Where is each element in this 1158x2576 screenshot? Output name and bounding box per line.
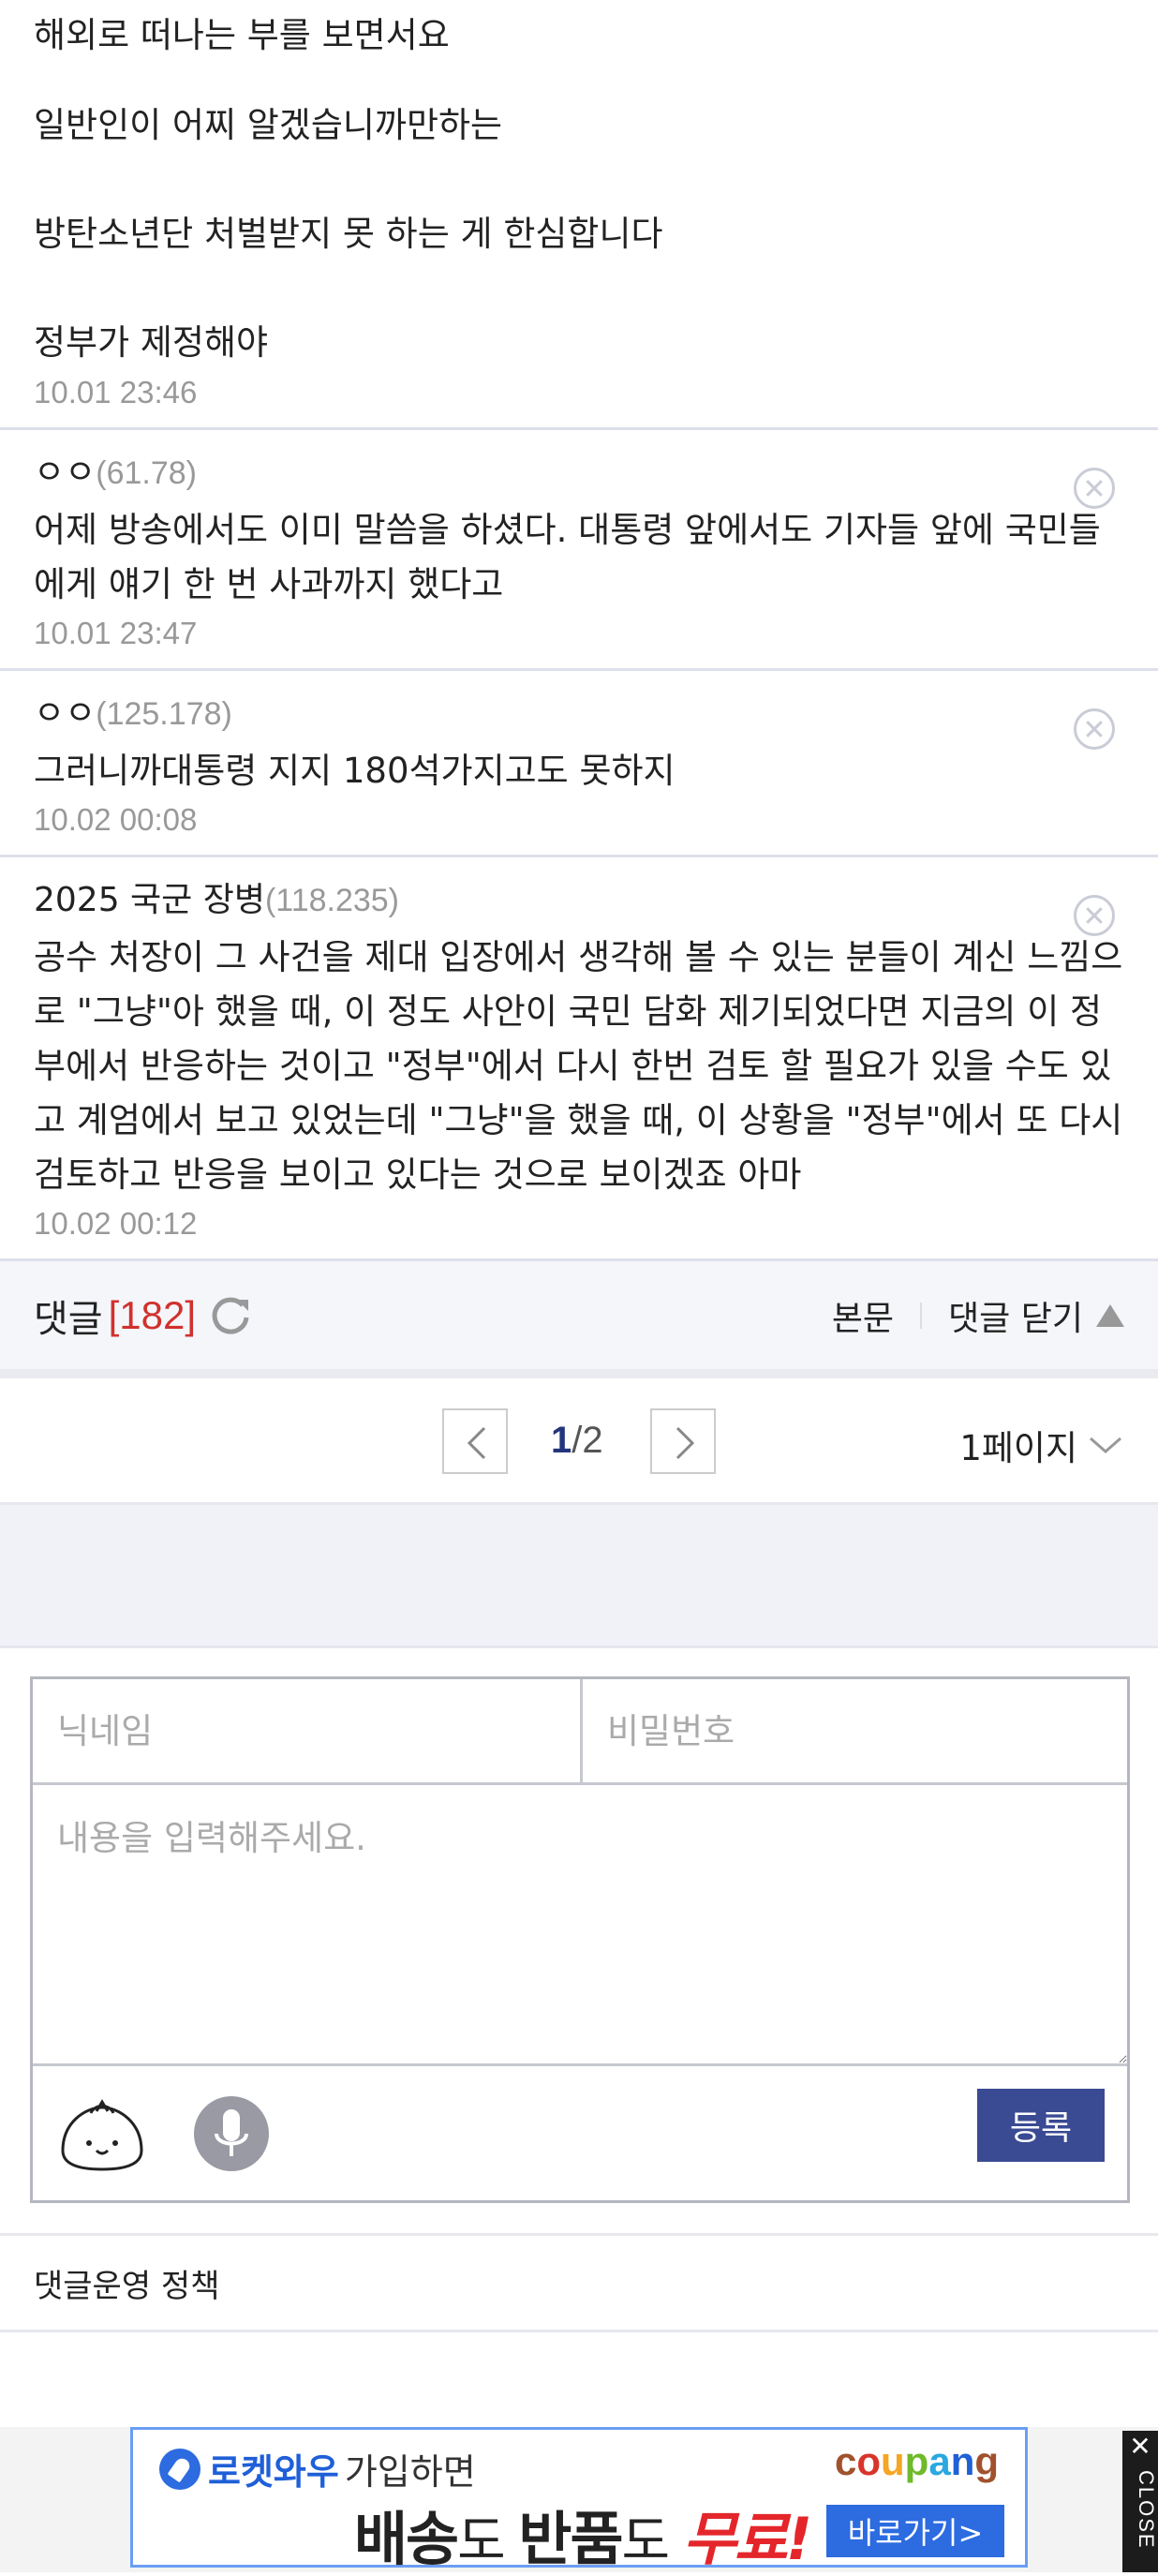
comment-policy-link[interactable]: 댓글운영 정책 [0,2233,1158,2332]
author-name: ㅇㅇ [34,694,96,733]
author-name: ㅇㅇ [34,454,96,492]
logo-letter: g [974,2439,999,2483]
ad-headline-part: 도 [621,2511,683,2572]
comment-textarea[interactable] [33,1785,1127,2066]
logo-letter: n [950,2439,975,2483]
page-select[interactable]: 1페이지 [959,1420,1124,1470]
page-select-value: 1페이지 [959,1428,1077,1468]
comment-line: 일반인이 어찌 알겠습니까만하는 [34,105,503,145]
total-pages: /2 [572,1420,603,1461]
ad-headline-part: 무료! [682,2505,812,2573]
comment-item: 2025 국군 장병(118.235) 공수 처장이 그 사건을 제대 입장에서… [0,857,1158,1258]
author-ip: (118.235) [264,883,400,918]
author-ip: (61.78) [96,455,197,491]
delete-comment-icon[interactable] [1074,895,1115,936]
microphone-icon [215,2109,248,2156]
comment-bar: 댓글 [182] 본문 댓글 닫기 [0,1258,1158,1378]
form-toolbar: 등록 [33,2066,1127,2197]
comment-bar-actions: 본문 댓글 닫기 [832,1291,1124,1340]
comment-line: 해외로 떠나는 부를 보면서요 [34,15,450,55]
ad-cta-button[interactable]: 바로가기> [826,2505,1004,2557]
logo-letter: c [835,2439,857,2483]
comment-author: ㅇㅇ(61.78) [34,449,1124,498]
logo-letter: a [928,2439,951,2483]
comment-author: 2025 국군 장병(118.235) [34,876,1124,925]
ad-headline-part: 반품 [518,2505,623,2573]
separator [920,1302,923,1329]
close-label: CLOSE [1135,2470,1158,2550]
credentials-row [33,1679,1127,1785]
logo-letter: p [904,2439,929,2483]
view-article-link[interactable]: 본문 [832,1291,894,1340]
comment-date: 10.02 00:12 [34,1206,198,1241]
page-indicator: 1/2 [551,1420,603,1462]
delete-comment-icon[interactable] [1074,708,1115,750]
ad-banner[interactable]: 로켓와우 가입하면 coupang 배송도 반품도 무료! 바로가기> [130,2427,1028,2573]
ad-area: 로켓와우 가입하면 coupang 배송도 반품도 무료! 바로가기> [0,2427,1158,2573]
ad-headline: 배송도 반품도 무료! [354,2492,812,2576]
comment-date: 10.02 00:08 [34,802,198,837]
comment-line: 방탄소년단 처벌받지 못 하는 게 한심합니다 [34,214,663,254]
password-input[interactable] [580,1679,1127,1782]
ad-brand-line: 로켓와우 가입하면 [159,2443,476,2494]
comment-item: ㅇㅇ(125.178) 그러니까대통령 지지 180석가지고도 못하지 10.0… [0,671,1158,855]
prev-page-button[interactable] [442,1408,508,1474]
logo-letter: u [881,2439,905,2483]
close-comments-button[interactable]: 댓글 닫기 [948,1291,1083,1340]
ad-brand-suffix: 가입하면 [344,2451,476,2493]
voice-button[interactable] [194,2096,269,2171]
next-page-button[interactable] [650,1408,716,1474]
ad-headline-part: 도 [457,2511,519,2572]
chevron-right-icon [676,1426,695,1460]
comment-text: 어제 방송에서도 이미 말씀을 하셨다. 대통령 앞에서도 기자들 앞에 국민들… [34,510,1101,604]
ad-close-button[interactable]: ✕ CLOSE [1122,2431,1158,2572]
comment-form: 등록 [30,1676,1130,2203]
coupang-logo: coupang [835,2439,999,2484]
gray-band [0,1505,1158,1648]
refresh-icon[interactable] [209,1294,252,1337]
comment-text: 공수 처장이 그 사건을 제대 입장에서 생각해 볼 수 있는 분들이 계신 느… [34,937,1123,1195]
comment-pager: 1/2 1페이지 [0,1378,1158,1505]
comment-bar-title: 댓글 [34,1297,103,1341]
delete-comment-icon[interactable] [1074,468,1115,509]
chevron-down-icon [1090,1437,1121,1453]
ad-headline-part: 배송 [354,2505,459,2573]
nickname-input[interactable] [33,1679,580,1782]
comment-item: ㅇㅇ(61.78) 어제 방송에서도 이미 말씀을 하셨다. 대통령 앞에서도 … [0,430,1158,668]
chevron-left-icon [467,1426,486,1460]
emoticon-icon[interactable] [57,2094,147,2173]
comment-date: 10.01 23:47 [34,616,198,650]
rocket-icon [159,2448,200,2490]
comment-continued: 해외로 떠나는 부를 보면서요 일반인이 어찌 알겠습니까만하는 방탄소년단 처… [0,0,1158,427]
submit-button[interactable]: 등록 [977,2089,1105,2162]
comment-text: 그러니까대통령 지지 180석가지고도 못하지 [34,751,676,791]
current-page: 1 [551,1420,572,1461]
triangle-up-icon[interactable] [1096,1303,1124,1327]
ad-brand: 로켓와우 [208,2451,339,2493]
comment-form-wrap: 등록 [0,1648,1158,2233]
logo-letter: o [856,2439,882,2483]
comment-author: ㅇㅇ(125.178) [34,690,1124,738]
author-ip: (125.178) [96,696,232,732]
close-icon: ✕ [1129,2431,1151,2462]
author-name: 2025 국군 장병 [34,881,265,919]
comment-count: [182] [108,1292,197,1337]
